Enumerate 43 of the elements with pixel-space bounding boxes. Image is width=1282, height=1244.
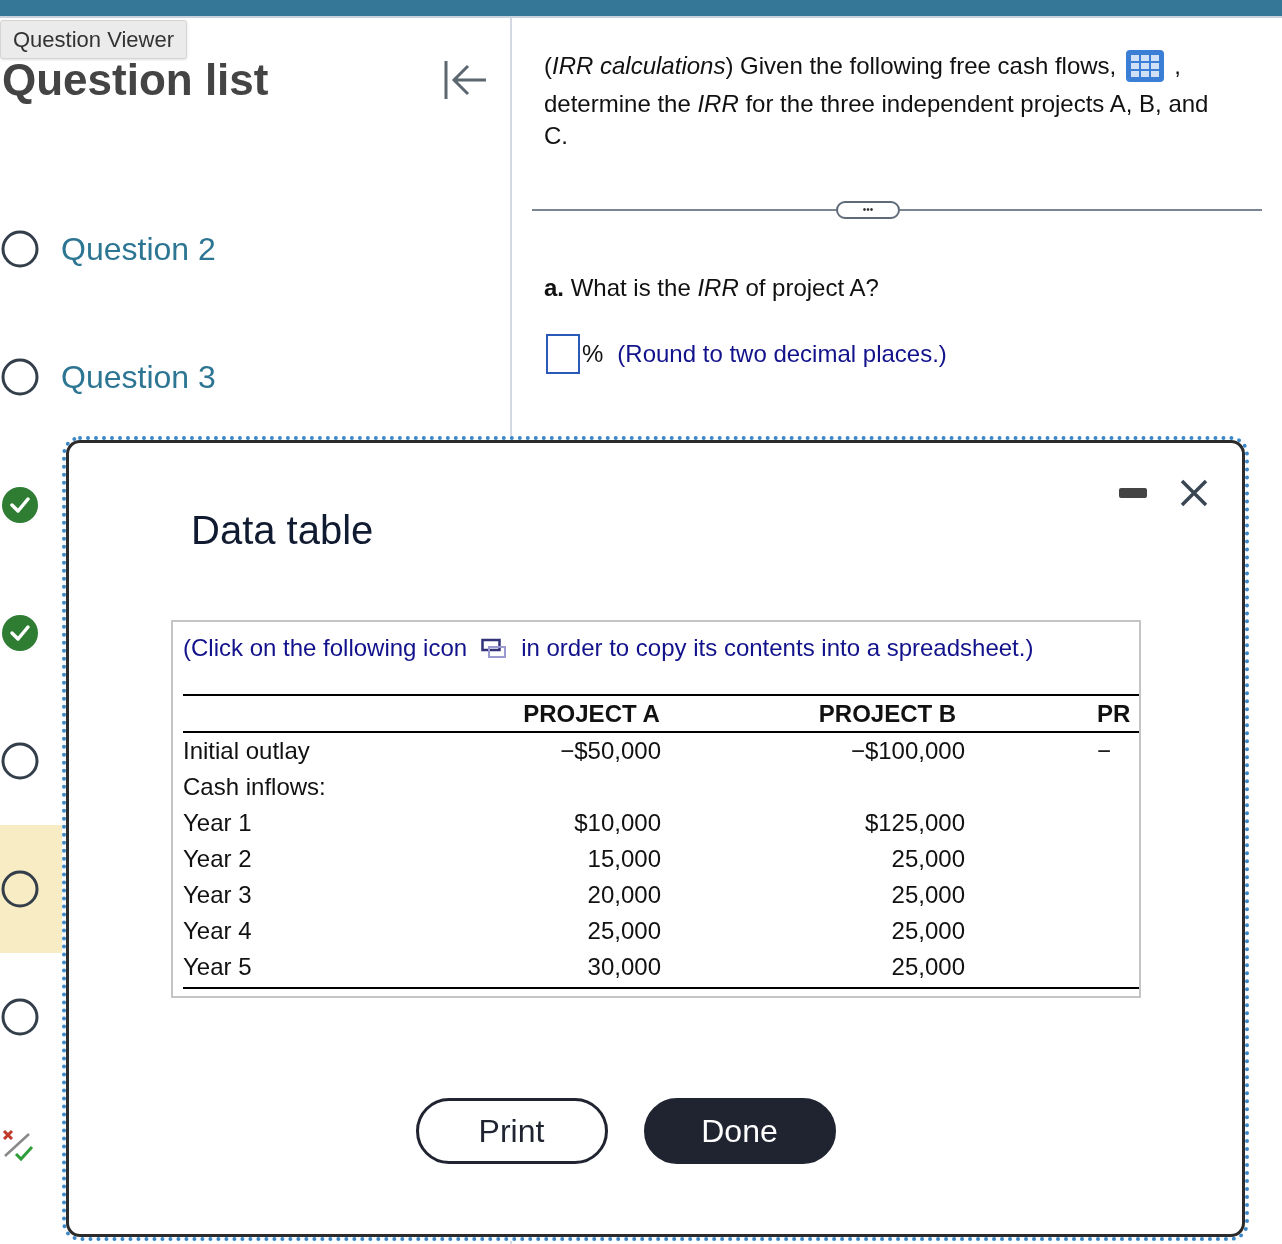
copy-icon[interactable] (481, 637, 508, 659)
column-header: PROJECT A (522, 698, 661, 729)
question-text: determine the IRR for the three independent projects A, B, and C. (544, 89, 1210, 151)
hint-text: (Round to two decimal places.) (617, 339, 947, 369)
table-cell-text: $10,000 (573, 808, 662, 838)
percent-sign: % (582, 339, 604, 369)
expand-button[interactable]: ••• (836, 201, 900, 219)
table-cell-text: 25,000 (890, 952, 966, 982)
table-cell-text: 25,000 (890, 916, 966, 946)
table-cell-text: −$100,000 (849, 736, 966, 766)
column-header: PR (1096, 698, 1132, 729)
table-cell-text: 15,000 (586, 844, 662, 874)
instruction-text: (Click on the following icon (183, 633, 468, 663)
table-cell-text: 30,000 (586, 952, 662, 982)
table-cell-text: − (1096, 736, 1112, 766)
row-label: Initial outlay (183, 736, 311, 766)
table-cell-text: −$50,000 (559, 736, 662, 766)
table-cell-text: 25,000 (890, 880, 966, 910)
table-icon[interactable] (1126, 50, 1165, 82)
question-label: Question 3 (61, 358, 216, 397)
comma-text: , (1174, 51, 1181, 81)
row-label: Year 1 (183, 808, 253, 838)
table-cell-text: 25,000 (890, 844, 966, 874)
question-text: (IRR calculations) Given the following free cash flows, (544, 51, 1117, 81)
column-header: PROJECT B (817, 698, 958, 729)
row-label: Year 2 (183, 844, 253, 874)
row-label: Cash inflows: (183, 772, 327, 802)
question-label: Question 2 (61, 230, 216, 269)
table-cell-text: $125,000 (863, 808, 966, 838)
table-cell-text: 20,000 (586, 880, 662, 910)
row-label: Year 3 (183, 880, 253, 910)
question-part: a. What is the IRR of project A? (543, 273, 880, 303)
answer-box[interactable] (546, 334, 580, 374)
dialog-title: Data table (191, 507, 374, 554)
close-icon[interactable] (1179, 478, 1209, 508)
row-label: Year 4 (183, 916, 253, 946)
instruction-text: in order to copy its contents into a spreadsheet.) (521, 633, 1034, 663)
table-cell-text: 25,000 (586, 916, 662, 946)
tooltip: Question Viewer (0, 20, 187, 59)
print-button[interactable]: Print (415, 1098, 608, 1164)
row-label: Year 5 (183, 952, 253, 982)
sidebar-title: Question list (2, 58, 269, 102)
done-button[interactable]: Done (643, 1098, 836, 1164)
